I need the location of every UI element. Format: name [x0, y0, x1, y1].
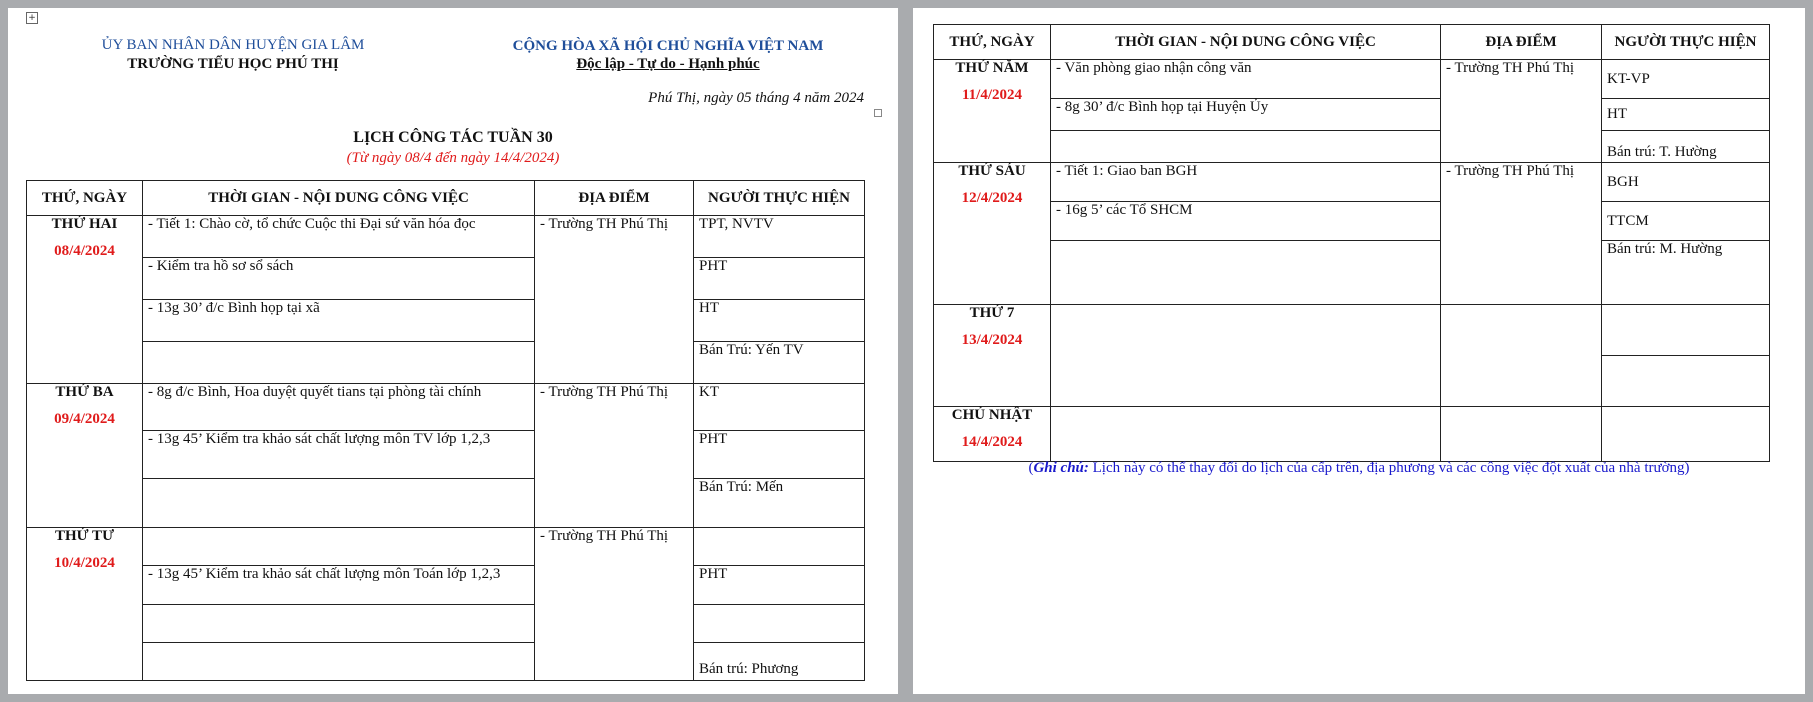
task-cell[interactable]: - 16g 5’ các Tổ SHCM	[1050, 201, 1441, 241]
task-cell[interactable]: - Văn phòng giao nhận công văn	[1050, 59, 1441, 99]
person-cell[interactable]: TPT, NVTV	[693, 215, 865, 258]
col-header-person: NGƯỜI THỰC HIỆN	[693, 180, 865, 216]
person-cell[interactable]	[693, 604, 865, 643]
task-cell[interactable]	[142, 341, 535, 384]
table-row: Bán trú: T. Hường	[934, 130, 1770, 163]
task-cell[interactable]: - 13g 45’ Kiểm tra khảo sát chất lượng m…	[142, 430, 535, 479]
col-header-day: THỨ, NGÀY	[933, 24, 1051, 60]
table-row: - 13g 30’ đ/c Bình họp tại xã HT	[27, 299, 865, 342]
task-cell[interactable]: - 8g đ/c Bình, Hoa duyệt quyết tians tại…	[142, 383, 535, 431]
task-cell[interactable]	[142, 478, 535, 528]
location-cell[interactable]: - Trường TH Phú Thị	[534, 527, 694, 681]
person-cell[interactable]: Bán trú: M. Hường	[1601, 240, 1770, 305]
document-page-1: + ỦY BAN NHÂN DÂN HUYỆN GIA LÂM TRƯỜNG T…	[8, 8, 898, 694]
col-header-task: THỜI GIAN - NỘI DUNG CÔNG VIỆC	[142, 180, 535, 216]
task-cell[interactable]	[1050, 240, 1441, 305]
day-cell-sunday: CHỦ NHẬT 14/4/2024	[933, 406, 1051, 462]
task-cell[interactable]: - 13g 30’ đ/c Bình họp tại xã	[142, 299, 535, 342]
col-header-person: NGƯỜI THỰC HIỆN	[1601, 24, 1770, 60]
task-cell[interactable]	[142, 604, 535, 643]
col-header-task: THỜI GIAN - NỘI DUNG CÔNG VIỆC	[1050, 24, 1441, 60]
text-boundary-marker-icon	[874, 109, 882, 117]
document-page-2: THỨ, NGÀY THỜI GIAN - NỘI DUNG CÔNG VIỆC…	[913, 8, 1805, 694]
table-row: THỨ SÁU 12/4/2024 - Tiết 1: Giao ban BGH …	[933, 162, 1770, 305]
col-header-day: THỨ, NGÀY	[26, 180, 143, 216]
person-cell[interactable]: HT	[693, 299, 865, 342]
table-move-handle-icon[interactable]: +	[26, 12, 38, 24]
national-motto: CỘNG HÒA XÃ HỘI CHỦ NGHĨA VIỆT NAM	[512, 38, 824, 54]
day-cell-friday: THỨ SÁU 12/4/2024	[933, 162, 1051, 305]
task-cell[interactable]: - 8g 30’ đ/c Bình họp tại Huyện Ủy	[1050, 98, 1441, 131]
task-cell[interactable]: - 13g 45’ Kiểm tra khảo sát chất lượng m…	[142, 565, 535, 605]
table-row: - Kiểm tra hồ sơ sổ sách PHT	[27, 257, 865, 300]
person-cell[interactable]: BGH	[1601, 162, 1770, 202]
table-row: - 8g 30’ đ/c Bình họp tại Huyện Ủy HT	[934, 98, 1770, 131]
person-cell[interactable]: PHT	[693, 430, 865, 479]
schedule-title: LỊCH CÔNG TÁC TUẦN 30	[353, 129, 553, 146]
person-cell[interactable]: Bán trú: Phương	[693, 642, 865, 681]
person-cell[interactable]: HT	[1601, 98, 1770, 131]
table-row: Bán Trú: Yến TV	[27, 341, 865, 384]
table-row: THỨ NĂM 11/4/2024 - Văn phòng giao nhận c…	[933, 59, 1770, 163]
table-row: - 13g 45’ Kiểm tra khảo sát chất lượng m…	[27, 565, 865, 605]
task-cell[interactable]: - Tiết 1: Chào cờ, tổ chức Cuộc thi Đại …	[142, 215, 535, 258]
table-row	[27, 604, 865, 643]
location-cell[interactable]	[1440, 304, 1602, 407]
person-cell[interactable]	[1601, 355, 1770, 407]
task-cell[interactable]	[1050, 130, 1441, 163]
table-row: CHỦ NHẬT 14/4/2024	[933, 406, 1770, 462]
table-row: Bán trú: M. Hường	[934, 240, 1770, 305]
task-cell[interactable]	[142, 642, 535, 681]
table-row: THỨ 7 13/4/2024	[933, 304, 1770, 407]
location-cell[interactable]: - Trường TH Phú Thị	[534, 215, 694, 384]
person-cell[interactable]	[1601, 304, 1770, 356]
location-cell[interactable]: - Trường TH Phú Thị	[1440, 59, 1602, 163]
location-cell[interactable]: - Trường TH Phú Thị	[534, 383, 694, 528]
table-header-row: THỨ, NGÀY THỜI GIAN - NỘI DUNG CÔNG VIỆC…	[26, 180, 865, 216]
note-text: Lịch này có thể thay đổi do lịch của cấp…	[1088, 460, 1690, 476]
person-cell[interactable]: Bán Trú: Mến	[693, 478, 865, 528]
person-cell[interactable]: KT	[693, 383, 865, 431]
person-cell[interactable]: TTCM	[1601, 201, 1770, 241]
day-cell-wednesday: THỨ TƯ 10/4/2024	[26, 527, 143, 681]
table-row: THỨ TƯ 10/4/2024 - Trường TH Phú Thị	[26, 527, 865, 681]
task-cell[interactable]	[142, 527, 535, 566]
district-name: ỦY BAN NHÂN DÂN HUYỆN GIA LÂM	[101, 37, 365, 53]
table-row: THỨ HAI 08/4/2024 - Tiết 1: Chào cờ, tổ c…	[26, 215, 865, 384]
col-header-location: ĐỊA ĐIỂM	[1440, 24, 1602, 60]
note-label: Ghi chú:	[1033, 460, 1089, 476]
table-row: - 16g 5’ các Tổ SHCM TTCM	[934, 201, 1770, 241]
issue-date: Phú Thị, ngày 05 tháng 4 năm 2024	[648, 90, 864, 106]
task-cell[interactable]	[1050, 304, 1441, 407]
person-cell[interactable]	[693, 527, 865, 566]
location-cell[interactable]	[1440, 406, 1602, 462]
col-header-location: ĐỊA ĐIỂM	[534, 180, 694, 216]
task-cell[interactable]	[1050, 406, 1441, 462]
table-row: THỨ BA 09/4/2024 - 8g đ/c Bình, Hoa duyệt…	[26, 383, 865, 528]
day-cell-saturday: THỨ 7 13/4/2024	[933, 304, 1051, 407]
person-cell[interactable]: PHT	[693, 257, 865, 300]
person-cell[interactable]: Bán Trú: Yến TV	[693, 341, 865, 384]
person-cell[interactable]: Bán trú: T. Hường	[1601, 130, 1770, 163]
schedule-table-1: THỨ, NGÀY THỜI GIAN - NỘI DUNG CÔNG VIỆC…	[26, 180, 865, 681]
day-cell-tuesday: THỨ BA 09/4/2024	[26, 383, 143, 528]
schedule-table-2: THỨ, NGÀY THỜI GIAN - NỘI DUNG CÔNG VIỆC…	[933, 24, 1770, 462]
task-cell[interactable]: - Kiểm tra hồ sơ sổ sách	[142, 257, 535, 300]
table-row: Bán Trú: Mến	[27, 478, 865, 528]
person-cell[interactable]: KT-VP	[1601, 59, 1770, 99]
national-slogan: Độc lập - Tự do - Hạnh phúc	[576, 56, 760, 72]
schedule-date-range: (Từ ngày 08/4 đến ngày 14/4/2024)	[346, 150, 560, 166]
school-name: TRƯỜNG TIỂU HỌC PHÚ THỊ	[127, 56, 339, 72]
day-cell-monday: THỨ HAI 08/4/2024	[26, 215, 143, 384]
task-cell[interactable]: - Tiết 1: Giao ban BGH	[1050, 162, 1441, 202]
schedule-note: (Ghi chú: Lịch này có thể thay đổi do lị…	[1028, 460, 1690, 476]
person-cell[interactable]: PHT	[693, 565, 865, 605]
day-cell-thursday: THỨ NĂM 11/4/2024	[933, 59, 1051, 163]
person-cell[interactable]	[1601, 406, 1770, 462]
table-row: - 13g 45’ Kiểm tra khảo sát chất lượng m…	[27, 430, 865, 479]
table-row: Bán trú: Phương	[27, 642, 865, 681]
location-cell[interactable]: - Trường TH Phú Thị	[1440, 162, 1602, 305]
table-header-row: THỨ, NGÀY THỜI GIAN - NỘI DUNG CÔNG VIỆC…	[933, 24, 1770, 60]
